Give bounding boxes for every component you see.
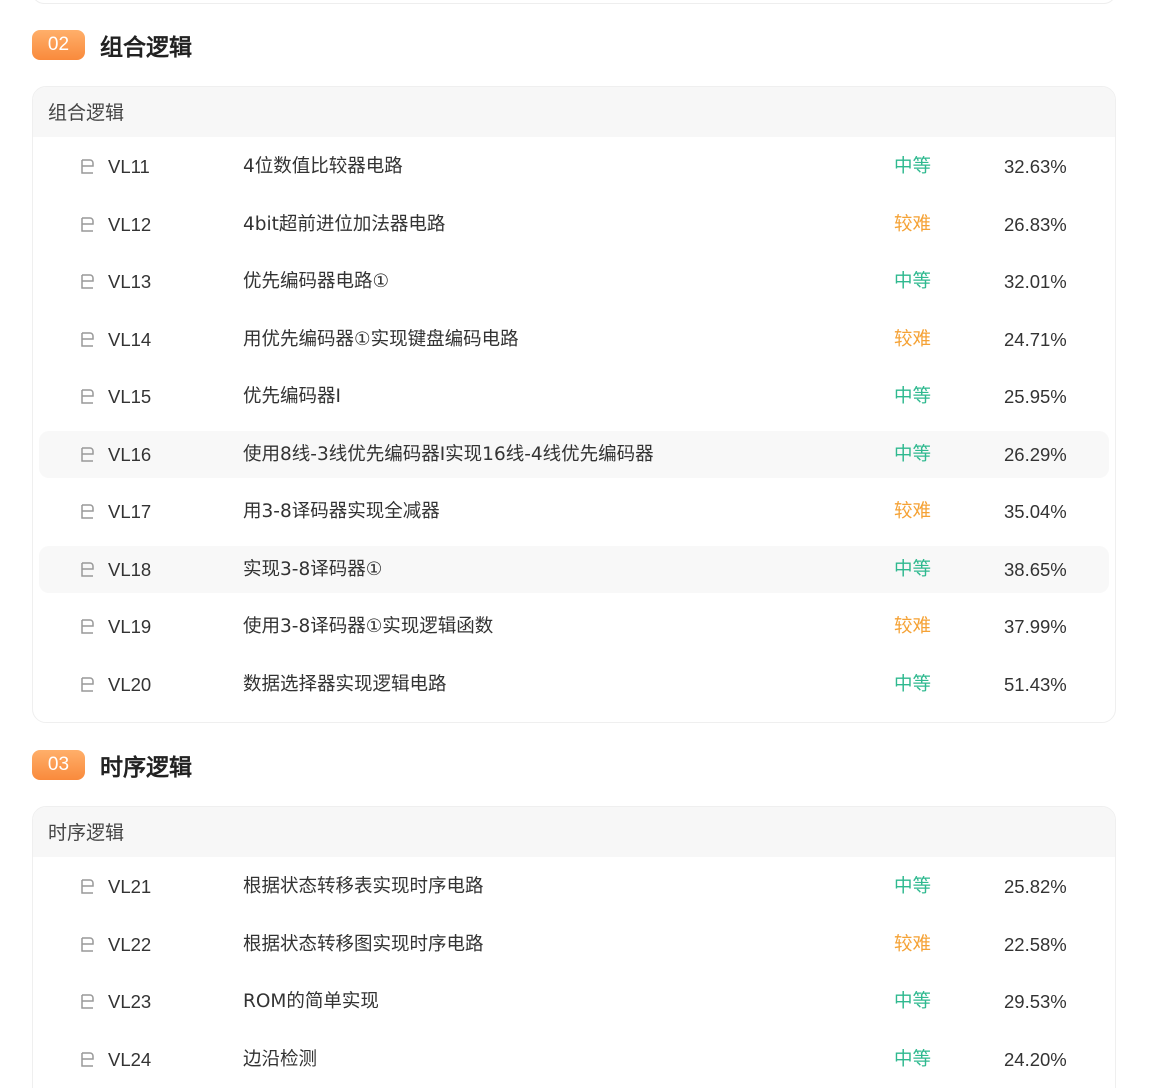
pass-rate: 29.53% — [1004, 991, 1067, 1012]
pass-rate: 26.29% — [1004, 443, 1067, 465]
problem-code: VL23 — [108, 991, 152, 1012]
problem-title-link[interactable]: 用3-8译码器实现全减器 — [243, 488, 440, 535]
problem-title-link[interactable]: 优先编码器电路① — [243, 258, 389, 305]
section-number-badge: 02 — [32, 30, 85, 60]
card-title: 组合逻辑 — [33, 87, 1115, 137]
pass-rate: 38.65% — [1004, 558, 1067, 580]
section-card-sequential: 时序逻辑 VL21 根据状态转移表实现时序电路 中等 25.82% VL22 根… — [32, 806, 1116, 1088]
problem-row[interactable]: VL18 实现3-8译码器① 中等 38.65% — [39, 545, 1109, 593]
problem-row[interactable]: VL14 用优先编码器①实现键盘编码电路 较难 24.71% — [39, 316, 1109, 363]
previous-section-card — [32, 0, 1116, 4]
difficulty-label: 中等 — [894, 156, 932, 177]
document-icon — [81, 676, 94, 692]
document-icon — [81, 216, 94, 232]
document-icon — [81, 879, 94, 894]
problem-row[interactable]: VL11 4位数值比较器电路 中等 32.63% — [39, 143, 1109, 190]
problem-row[interactable]: VL13 优先编码器电路① 中等 32.01% — [39, 258, 1109, 305]
section-title: 组合逻辑 — [100, 35, 192, 61]
document-icon — [81, 936, 94, 952]
document-icon — [81, 1051, 94, 1067]
problem-code: VL18 — [108, 558, 152, 580]
document-icon — [81, 619, 94, 634]
problem-row[interactable]: VL21 根据状态转移表实现时序电路 中等 25.82% — [39, 863, 1109, 910]
difficulty-label: 中等 — [894, 1048, 932, 1070]
problem-list-page: 02 组合逻辑 组合逻辑 VL11 4位数值比较器电路 中等 32.63% VL… — [0, 0, 1152, 1088]
problem-row[interactable]: VL24 边沿检测 中等 24.20% — [39, 1036, 1109, 1083]
pass-rate: 25.95% — [1004, 386, 1067, 407]
pass-rate: 26.83% — [1004, 213, 1067, 235]
problem-code: VL13 — [108, 271, 152, 292]
problem-title-link[interactable]: 4位数值比较器电路 — [243, 143, 403, 190]
pass-rate: 22.58% — [1004, 933, 1067, 955]
difficulty-label: 中等 — [894, 271, 932, 292]
pass-rate: 24.20% — [1004, 1048, 1067, 1070]
problem-row[interactable]: VL17 用3-8译码器实现全减器 较难 35.04% — [39, 488, 1109, 535]
problem-code: VL14 — [108, 328, 152, 350]
document-icon — [81, 446, 94, 462]
pass-rate: 32.01% — [1004, 271, 1067, 292]
difficulty-label: 较难 — [894, 616, 932, 637]
difficulty-label: 中等 — [894, 673, 932, 695]
section-card-combinational: 组合逻辑 VL11 4位数值比较器电路 中等 32.63% VL12 4bit超… — [32, 86, 1116, 723]
document-icon — [81, 561, 94, 577]
difficulty-label: 中等 — [894, 991, 932, 1012]
difficulty-label: 较难 — [894, 501, 932, 522]
problem-row[interactable]: VL15 优先编码器Ⅰ 中等 25.95% — [39, 373, 1109, 420]
difficulty-label: 中等 — [894, 876, 932, 897]
problem-title-link[interactable]: 根据状态转移图实现时序电路 — [243, 921, 484, 968]
problem-title-link[interactable]: 优先编码器Ⅰ — [243, 373, 341, 420]
problem-code: VL19 — [108, 616, 152, 637]
card-title: 时序逻辑 — [33, 807, 1115, 857]
problem-title-link[interactable]: 用优先编码器①实现键盘编码电路 — [243, 316, 519, 363]
difficulty-label: 中等 — [894, 386, 932, 407]
pass-rate: 25.82% — [1004, 876, 1067, 897]
problem-row[interactable]: VL20 数据选择器实现逻辑电路 中等 51.43% — [39, 661, 1109, 708]
problem-title-link[interactable]: 数据选择器实现逻辑电路 — [243, 661, 447, 708]
problem-code: VL21 — [108, 876, 152, 897]
difficulty-label: 较难 — [894, 933, 932, 955]
problem-title-link[interactable]: 使用3-8译码器①实现逻辑函数 — [243, 603, 493, 650]
section-number-badge: 03 — [32, 750, 85, 780]
problem-code: VL16 — [108, 443, 152, 465]
pass-rate: 24.71% — [1004, 328, 1067, 350]
pass-rate: 51.43% — [1004, 673, 1067, 695]
document-icon — [81, 389, 94, 404]
problem-row[interactable]: VL16 使用8线-3线优先编码器Ⅰ实现16线-4线优先编码器 中等 26.29… — [39, 430, 1109, 478]
problem-row[interactable]: VL22 根据状态转移图实现时序电路 较难 22.58% — [39, 921, 1109, 968]
problem-title-link[interactable]: 边沿检测 — [243, 1036, 317, 1083]
problem-code: VL11 — [108, 156, 150, 177]
problem-list: VL21 根据状态转移表实现时序电路 中等 25.82% VL22 根据状态转移… — [33, 857, 1115, 1083]
document-icon — [81, 504, 94, 519]
pass-rate: 32.63% — [1004, 156, 1067, 177]
difficulty-label: 较难 — [894, 328, 932, 350]
problem-row[interactable]: VL19 使用3-8译码器①实现逻辑函数 较难 37.99% — [39, 603, 1109, 650]
document-icon — [81, 994, 94, 1009]
pass-rate: 37.99% — [1004, 616, 1067, 637]
problem-title-link[interactable]: 使用8线-3线优先编码器Ⅰ实现16线-4线优先编码器 — [243, 431, 654, 478]
problem-code: VL12 — [108, 213, 152, 235]
problem-code: VL22 — [108, 933, 152, 955]
problem-code: VL20 — [108, 673, 152, 695]
document-icon — [81, 159, 94, 174]
problem-title-link[interactable]: ROM的简单实现 — [243, 978, 379, 1025]
problem-code: VL17 — [108, 501, 152, 522]
difficulty-label: 中等 — [894, 558, 932, 580]
problem-title-link[interactable]: 根据状态转移表实现时序电路 — [243, 863, 484, 910]
section-header-03: 03 时序逻辑 — [32, 749, 192, 781]
document-icon — [81, 274, 94, 289]
difficulty-label: 中等 — [894, 443, 932, 465]
problem-title-link[interactable]: 实现3-8译码器① — [243, 546, 382, 593]
pass-rate: 35.04% — [1004, 501, 1067, 522]
section-title: 时序逻辑 — [100, 755, 192, 781]
difficulty-label: 较难 — [894, 213, 932, 235]
problem-row[interactable]: VL23 ROM的简单实现 中等 29.53% — [39, 978, 1109, 1025]
problem-code: VL24 — [108, 1048, 152, 1070]
problem-code: VL15 — [108, 386, 152, 407]
document-icon — [81, 331, 94, 347]
problem-list: VL11 4位数值比较器电路 中等 32.63% VL12 4bit超前进位加法… — [33, 137, 1115, 708]
problem-title-link[interactable]: 4bit超前进位加法器电路 — [243, 201, 445, 248]
problem-row[interactable]: VL12 4bit超前进位加法器电路 较难 26.83% — [39, 201, 1109, 248]
section-header-02: 02 组合逻辑 — [32, 29, 192, 61]
